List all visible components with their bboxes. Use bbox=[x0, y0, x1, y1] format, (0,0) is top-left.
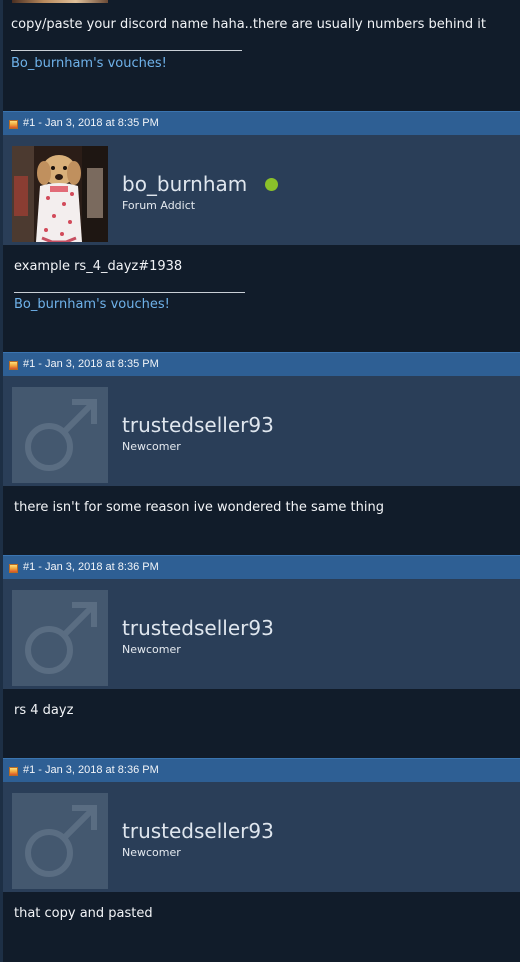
vouches-link[interactable]: Bo_burnham's vouches! bbox=[11, 56, 167, 71]
post-header: #1 - Jan 3, 2018 at 8:36 PM bbox=[3, 758, 520, 782]
post-icon bbox=[9, 767, 18, 776]
post-header: #1 - Jan 3, 2018 at 8:35 PM bbox=[3, 111, 520, 135]
post-message: that copy and pasted bbox=[14, 906, 153, 921]
post-header: #1 - Jan 3, 2018 at 8:36 PM bbox=[3, 555, 520, 579]
username[interactable]: bo_burnham bbox=[122, 172, 247, 196]
default-male-avatar[interactable] bbox=[12, 793, 108, 889]
user-info: trustedseller93 Newcomer bbox=[3, 782, 520, 892]
user-info: bo_burnham Forum Addict bbox=[3, 135, 520, 245]
post-icon bbox=[9, 361, 18, 370]
user-title: Forum Addict bbox=[122, 199, 196, 212]
username[interactable]: trustedseller93 bbox=[122, 413, 274, 437]
vouches-link[interactable]: Bo_burnham's vouches! bbox=[14, 297, 170, 312]
post-permalink[interactable]: #1 - Jan 3, 2018 at 8:36 PM bbox=[23, 561, 159, 573]
post-permalink[interactable]: #1 - Jan 3, 2018 at 8:35 PM bbox=[23, 117, 159, 129]
username[interactable]: trustedseller93 bbox=[122, 819, 274, 843]
signature-divider bbox=[14, 292, 245, 293]
photo-avatar[interactable] bbox=[12, 146, 108, 242]
post-message: there isn't for some reason ive wondered… bbox=[14, 500, 384, 515]
user-title: Newcomer bbox=[122, 846, 181, 859]
user-info: trustedseller93 Newcomer bbox=[3, 579, 520, 689]
post-message: rs 4 dayz bbox=[14, 703, 74, 718]
signature-divider bbox=[11, 50, 242, 51]
default-male-avatar[interactable] bbox=[12, 387, 108, 483]
avatar-partial[interactable] bbox=[12, 0, 108, 3]
post-message: copy/paste your discord name haha..there… bbox=[11, 17, 486, 32]
post-icon bbox=[9, 120, 18, 129]
post-permalink[interactable]: #1 - Jan 3, 2018 at 8:35 PM bbox=[23, 358, 159, 370]
post-header: #1 - Jan 3, 2018 at 8:35 PM bbox=[3, 352, 520, 376]
online-status-indicator bbox=[265, 178, 278, 191]
default-male-avatar[interactable] bbox=[12, 590, 108, 686]
post-icon bbox=[9, 564, 18, 573]
username[interactable]: trustedseller93 bbox=[122, 616, 274, 640]
post-permalink[interactable]: #1 - Jan 3, 2018 at 8:36 PM bbox=[23, 764, 159, 776]
user-title: Newcomer bbox=[122, 440, 181, 453]
post-message: example rs_4_dayz#1938 bbox=[14, 259, 183, 274]
user-info: trustedseller93 Newcomer bbox=[3, 376, 520, 486]
user-title: Newcomer bbox=[122, 643, 181, 656]
